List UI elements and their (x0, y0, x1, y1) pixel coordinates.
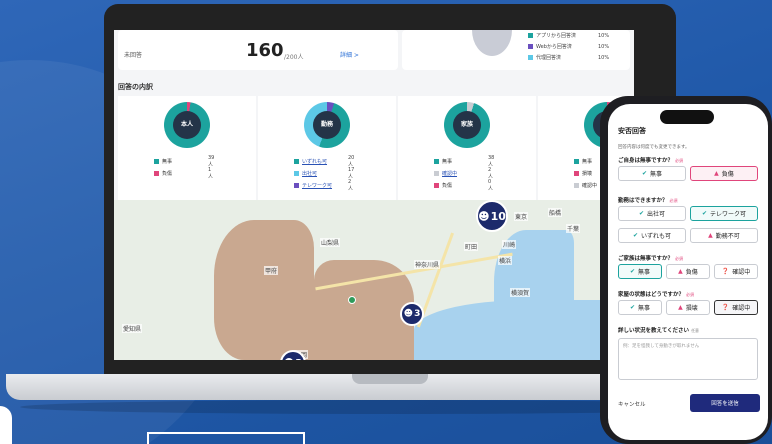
question-circle-icon: ❓ (721, 304, 730, 311)
donut-center-label: 家族 (460, 121, 473, 128)
decorative-swoosh (0, 406, 12, 444)
option-self-safe[interactable]: ✔ 無事 (618, 166, 686, 181)
option-house-safe[interactable]: ✔ 無事 (618, 300, 662, 315)
check-circle-icon: ✔ (701, 210, 707, 217)
check-circle-icon: ✔ (629, 268, 635, 275)
map-pin-kanagawa[interactable]: ☻ 3 (400, 302, 424, 326)
legend-row: 負傷 0人 (434, 179, 493, 192)
legend-row[interactable]: いずれも可 20人 (294, 155, 354, 168)
check-circle-icon: ✔ (632, 232, 638, 239)
option-house-checking[interactable]: ❓ 確認中 (714, 300, 758, 315)
warning-icon: ▲ (678, 268, 683, 275)
person-icon: ☻ (478, 209, 490, 223)
map-label: 愛知県 (122, 324, 143, 333)
map-label: 船橋 (548, 208, 563, 217)
legend-web: Webから回答済 10% (528, 43, 609, 50)
option-work-office[interactable]: ✔ 出社可 (618, 206, 686, 221)
legend-app: アプリから回答済 10% (528, 32, 609, 39)
legend-row: 無事 (574, 158, 592, 165)
park-marker-icon (348, 296, 356, 304)
unanswered-count: 160 (246, 40, 284, 61)
details-link[interactable]: 詳細 > (340, 50, 359, 59)
section-title: 回答の内訳 (118, 83, 153, 91)
decorative-frame (147, 432, 305, 444)
unanswered-card: 未回答 160 /200人 詳細 > (118, 30, 398, 70)
legend-row: 無事 39人 (154, 155, 214, 168)
dynamic-island (660, 110, 714, 124)
map-label: 甲府 (264, 266, 279, 275)
map-label: 神奈川県 (414, 260, 441, 269)
question-family: ご家族は無事ですか？ 必須 (618, 256, 684, 262)
donut-card-self: 本人 無事 39人 負傷 1人 (118, 96, 256, 204)
phone-screen: 安否回答 回答内容は何度でも変更できます。 ご自身は無事ですか？ 必須 ✔ 無事 ▲… (608, 104, 768, 440)
legend-row: 負傷 1人 (154, 167, 213, 180)
option-self-injured[interactable]: ▲ 負傷 (690, 166, 758, 181)
form-note: 回答内容は何度でも変更できます。 (618, 145, 690, 150)
legend-row: 確認中 (574, 182, 597, 189)
donut-card-work: 勤務 いずれも可 20人 出社可 17人 テレワーク可 2人 (258, 96, 396, 204)
responder-map[interactable]: 東京 千葉 横浜 川崎 山梨県 神奈川県 横須賀 静岡 町田 愛知県 船橋 甲府… (114, 200, 634, 360)
check-circle-icon: ✔ (638, 210, 644, 217)
option-house-damaged[interactable]: ▲ 損壊 (666, 300, 710, 315)
option-work-either[interactable]: ✔ いずれも可 (618, 228, 686, 243)
question-details: 詳しい状況を教えてください 任意 (618, 328, 700, 334)
legend-row: 無事 38人 (434, 155, 494, 168)
cancel-button[interactable]: キャンセル (618, 400, 646, 408)
person-icon: ☻ (284, 358, 294, 361)
map-label: 横須賀 (510, 288, 531, 297)
warning-icon: ▲ (714, 170, 719, 177)
option-work-remote[interactable]: ✔ テレワーク可 (690, 206, 758, 221)
details-textarea[interactable]: 例：足を怪我して身動きが取れません (618, 338, 758, 380)
legend-row[interactable]: テレワーク可 2人 (294, 179, 353, 192)
response-method-card: アプリから回答済 10% Webから回答済 10% 代理回答済 10% (402, 30, 630, 70)
map-label: 千葉 (566, 224, 581, 233)
unanswered-label: 未回答 (124, 52, 143, 59)
question-self: ご自身は無事ですか？ 必須 (618, 158, 684, 164)
donut-center-label: 勤務 (320, 121, 333, 128)
map-label: 川崎 (502, 240, 517, 249)
question-circle-icon: ❓ (721, 268, 730, 275)
donut-card-family: 家族 無事 38人 確認中 2人 負傷 0人 (398, 96, 536, 204)
option-family-injured[interactable]: ▲ 負傷 (666, 264, 710, 279)
map-label: 東京 (514, 212, 529, 221)
terrain-area (214, 220, 314, 360)
option-family-checking[interactable]: ❓ 確認中 (714, 264, 758, 279)
warning-icon: ▲ (708, 232, 713, 239)
legend-row: 損壊 (574, 170, 592, 177)
response-method-pie (472, 30, 512, 56)
map-pin-tokyo[interactable]: ☻ 10 (476, 200, 508, 232)
legend-proxy: 代理回答済 10% (528, 54, 609, 61)
option-family-safe[interactable]: ✔ 無事 (618, 264, 662, 279)
legend-row[interactable]: 確認中 2人 (434, 167, 493, 180)
submit-button[interactable]: 回答を送信 (690, 394, 760, 412)
laptop-screen: 未回答 160 /200人 詳細 > アプリから回答済 10% Webから回答済… (114, 30, 634, 360)
check-circle-icon: ✔ (629, 304, 635, 311)
question-house: 家屋の状態はどうですか？ 必須 (618, 292, 695, 298)
form-title: 安否回答 (618, 127, 646, 135)
warning-icon: ▲ (678, 304, 683, 311)
donut-center-label: 本人 (180, 121, 193, 128)
legend-row[interactable]: 出社可 17人 (294, 167, 354, 180)
map-label: 町田 (464, 242, 479, 251)
laptop-notch (352, 374, 428, 384)
map-label: 山梨県 (320, 238, 341, 247)
question-work: 勤務はできますか？ 必須 (618, 198, 678, 204)
person-icon: ☻ (403, 309, 414, 319)
map-label: 横浜 (498, 256, 513, 265)
option-work-unable[interactable]: ▲ 勤務不可 (690, 228, 758, 243)
check-circle-icon: ✔ (641, 170, 647, 177)
unanswered-denominator: /200人 (284, 54, 304, 61)
